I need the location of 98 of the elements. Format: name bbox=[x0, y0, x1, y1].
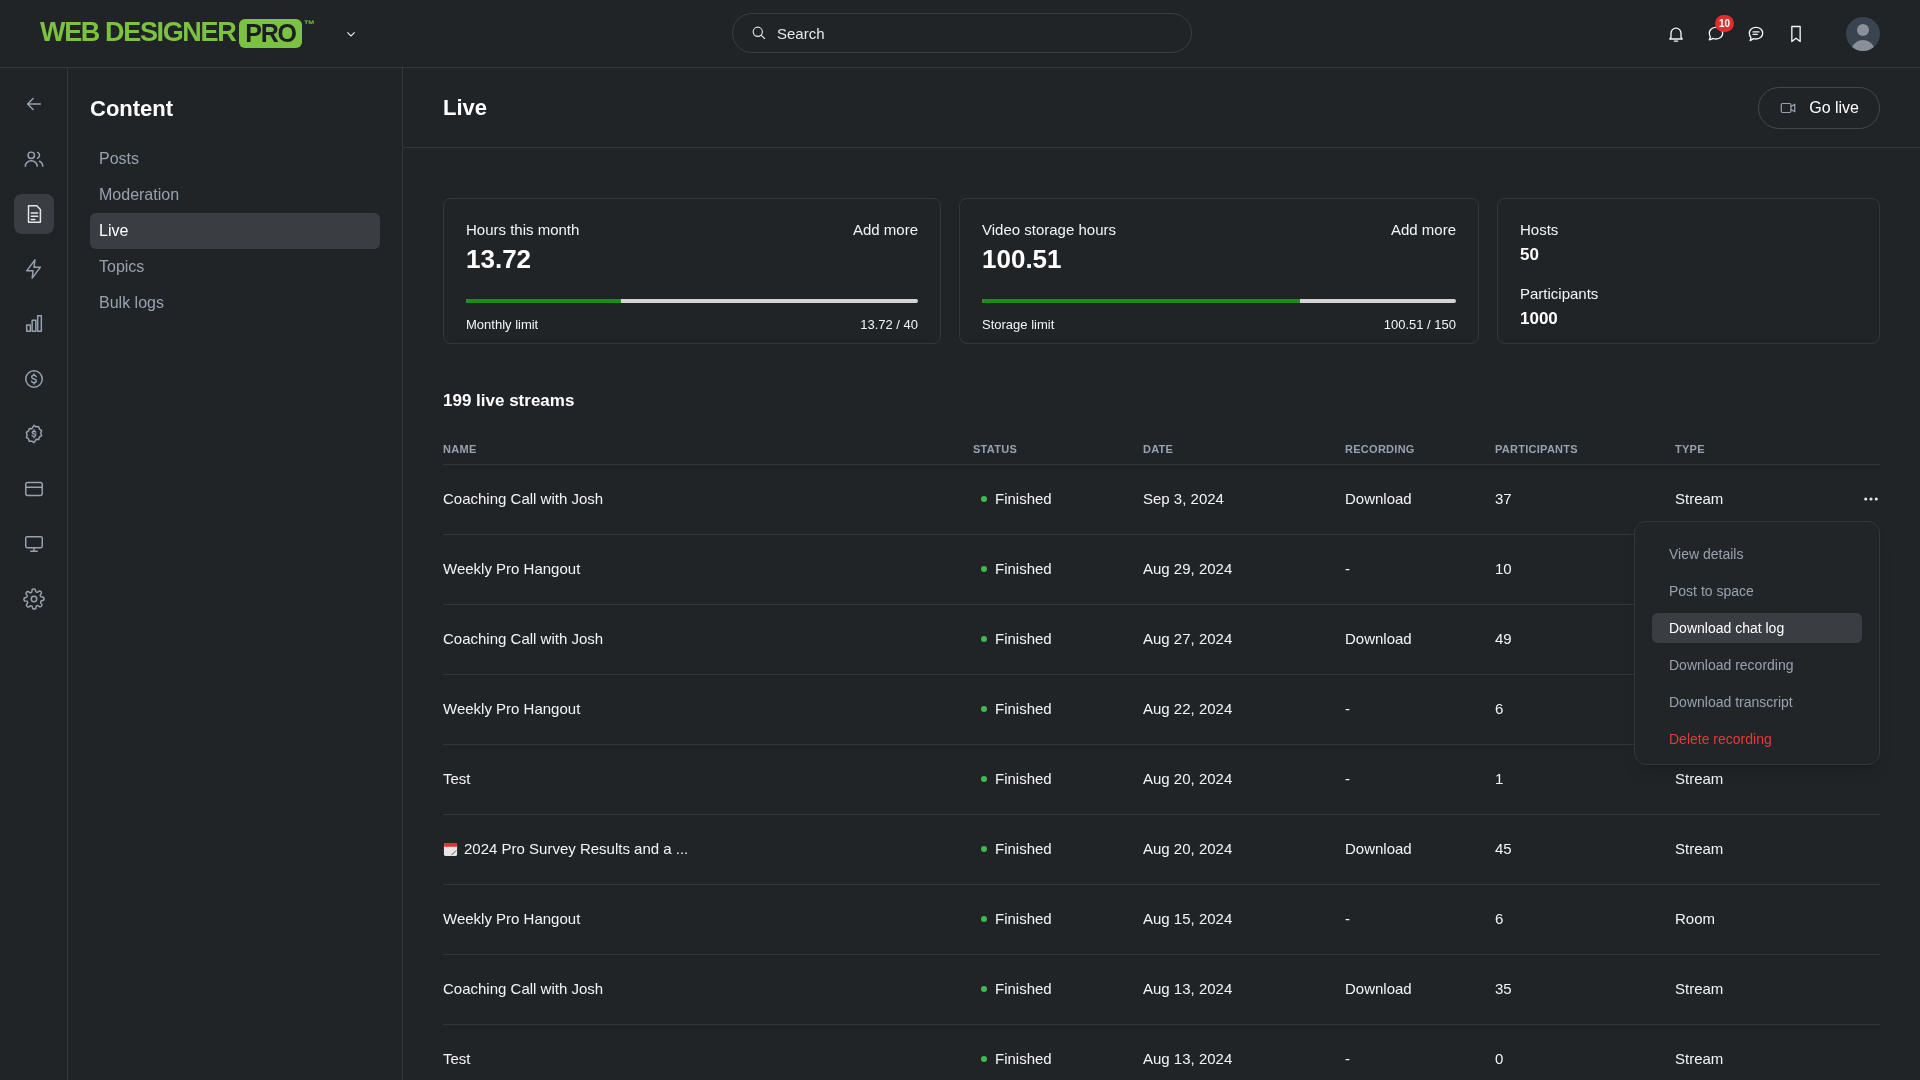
column-header: RECORDING bbox=[1345, 441, 1416, 457]
menu-item[interactable]: Post to space bbox=[1652, 575, 1862, 606]
status-text: Finished bbox=[995, 488, 1052, 509]
download-link[interactable]: Download bbox=[1345, 977, 1412, 1001]
table-cell-text: Aug 15, 2024 bbox=[1143, 908, 1233, 929]
notification-badge: 10 bbox=[1715, 14, 1735, 32]
stream-name[interactable]: Weekly Pro Hangout bbox=[443, 557, 581, 581]
monitor-icon bbox=[22, 533, 45, 555]
stream-name[interactable]: Test bbox=[443, 1047, 471, 1071]
table-cell-text: Stream bbox=[1675, 488, 1724, 509]
calendar-icon bbox=[443, 841, 458, 857]
card-value: 100.51 bbox=[982, 242, 1063, 275]
table-cell-text: Aug 22, 2024 bbox=[1143, 698, 1233, 719]
table-cell-text: Stream bbox=[1675, 978, 1724, 999]
table-cell-text: 6 bbox=[1495, 698, 1504, 719]
status-text: Finished bbox=[995, 768, 1052, 789]
table-cell-text: Aug 29, 2024 bbox=[1143, 558, 1233, 579]
stream-name[interactable]: Weekly Pro Hangout bbox=[443, 697, 581, 721]
column-header: PARTICIPANTS bbox=[1495, 441, 1579, 457]
sidebar-title: Content bbox=[90, 95, 175, 123]
table-cell-text: 0 bbox=[1495, 1048, 1504, 1069]
table-cell-text: Aug 13, 2024 bbox=[1143, 1048, 1233, 1069]
column-header: TYPE bbox=[1675, 441, 1706, 457]
stream-name[interactable]: Weekly Pro Hangout bbox=[443, 907, 581, 931]
status-text: Finished bbox=[995, 978, 1052, 999]
table-cell-text: 35 bbox=[1495, 978, 1512, 999]
card-value: 13.72 bbox=[466, 242, 533, 275]
search-field[interactable]: Search bbox=[732, 13, 1192, 53]
table-cell-text: Aug 27, 2024 bbox=[1143, 628, 1233, 649]
add-more-link[interactable]: Add more bbox=[1390, 219, 1456, 242]
table-cell-text: - bbox=[1345, 558, 1350, 579]
table-cell-text: Aug 20, 2024 bbox=[1143, 768, 1233, 789]
sidebar-item[interactable]: Topics bbox=[90, 249, 380, 285]
page-title: Live bbox=[443, 94, 488, 122]
logo-text: WEB DESIGNER bbox=[40, 19, 236, 46]
table-cell-text: 10 bbox=[1495, 558, 1512, 579]
trademark-mark: ™ bbox=[303, 19, 315, 30]
stat-label: Participants bbox=[1520, 284, 1600, 304]
table-cell-text: 37 bbox=[1495, 488, 1512, 509]
document-nav-button[interactable] bbox=[13, 194, 54, 234]
usage-reading: 100.51 / 150 bbox=[1383, 315, 1456, 334]
table-cell-text: Aug 13, 2024 bbox=[1143, 978, 1233, 999]
menu-item[interactable]: View details bbox=[1652, 538, 1862, 569]
download-link[interactable]: Download bbox=[1345, 837, 1412, 861]
table-title: 199 live streams bbox=[443, 390, 576, 412]
table-cell-text: Room bbox=[1675, 908, 1715, 929]
column-header: DATE bbox=[1143, 441, 1175, 457]
sidebar-item[interactable]: Live bbox=[90, 213, 380, 249]
stream-name[interactable]: 2024 Pro Survey Results and a ... bbox=[464, 837, 689, 861]
users-icon bbox=[22, 148, 45, 170]
table-cell-text: - bbox=[1345, 908, 1350, 929]
column-header: STATUS bbox=[973, 441, 1019, 457]
table-cell-text: - bbox=[1345, 1048, 1350, 1069]
table-cell-text: 6 bbox=[1495, 908, 1504, 929]
column-header: NAME bbox=[443, 441, 478, 457]
menu-item[interactable]: Delete recording bbox=[1652, 723, 1862, 754]
status-text: Finished bbox=[995, 628, 1052, 649]
logo-badge: PRO bbox=[239, 19, 302, 48]
table-cell-text: Stream bbox=[1675, 838, 1724, 859]
status-text: Finished bbox=[995, 838, 1052, 859]
limit-label: Storage limit bbox=[982, 315, 1055, 334]
status-text: Finished bbox=[995, 1048, 1052, 1069]
sidebar-item[interactable]: Bulk logs bbox=[90, 285, 380, 321]
stream-name[interactable]: Test bbox=[443, 767, 471, 791]
card-title: Hours this month bbox=[466, 220, 580, 240]
sidebar-item[interactable]: Posts bbox=[90, 141, 380, 177]
stream-name[interactable]: Coaching Call with Josh bbox=[443, 487, 604, 511]
table-cell-text: - bbox=[1345, 768, 1350, 789]
stat-label: Hosts bbox=[1520, 220, 1560, 240]
download-link[interactable]: Download bbox=[1345, 487, 1412, 511]
card-title: Video storage hours bbox=[982, 220, 1116, 240]
status-text: Finished bbox=[995, 698, 1052, 719]
download-link[interactable]: Download bbox=[1345, 627, 1412, 651]
table-cell-text: 49 bbox=[1495, 628, 1512, 649]
table-cell-text: Stream bbox=[1675, 1048, 1724, 1069]
sidebar-item[interactable]: Moderation bbox=[90, 177, 380, 213]
stat-value: 1000 bbox=[1520, 307, 1559, 330]
table-cell-text: 1 bbox=[1495, 768, 1504, 789]
search-icon bbox=[750, 24, 767, 41]
table-cell-text: Sep 3, 2024 bbox=[1143, 488, 1224, 509]
dollar-coin-icon bbox=[22, 368, 45, 390]
stream-name[interactable]: Coaching Call with Josh bbox=[443, 627, 604, 651]
table-cell-text: Stream bbox=[1675, 768, 1724, 789]
menu-item[interactable]: Download transcript bbox=[1652, 686, 1862, 717]
settings-icon bbox=[22, 588, 45, 610]
stat-value: 50 bbox=[1520, 243, 1540, 266]
limit-label: Monthly limit bbox=[466, 315, 539, 334]
table-cell-text: 45 bbox=[1495, 838, 1512, 859]
stream-name[interactable]: Coaching Call with Josh bbox=[443, 977, 604, 1001]
menu-item[interactable]: Download chat log bbox=[1652, 612, 1862, 643]
add-more-link[interactable]: Add more bbox=[852, 219, 918, 242]
table-cell-text: Aug 20, 2024 bbox=[1143, 838, 1233, 859]
table-cell-text: - bbox=[1345, 698, 1350, 719]
avatar[interactable] bbox=[1846, 16, 1880, 51]
menu-item[interactable]: Download recording bbox=[1652, 649, 1862, 680]
status-text: Finished bbox=[995, 908, 1052, 929]
status-text: Finished bbox=[995, 558, 1052, 579]
usage-reading: 13.72 / 40 bbox=[860, 315, 918, 334]
